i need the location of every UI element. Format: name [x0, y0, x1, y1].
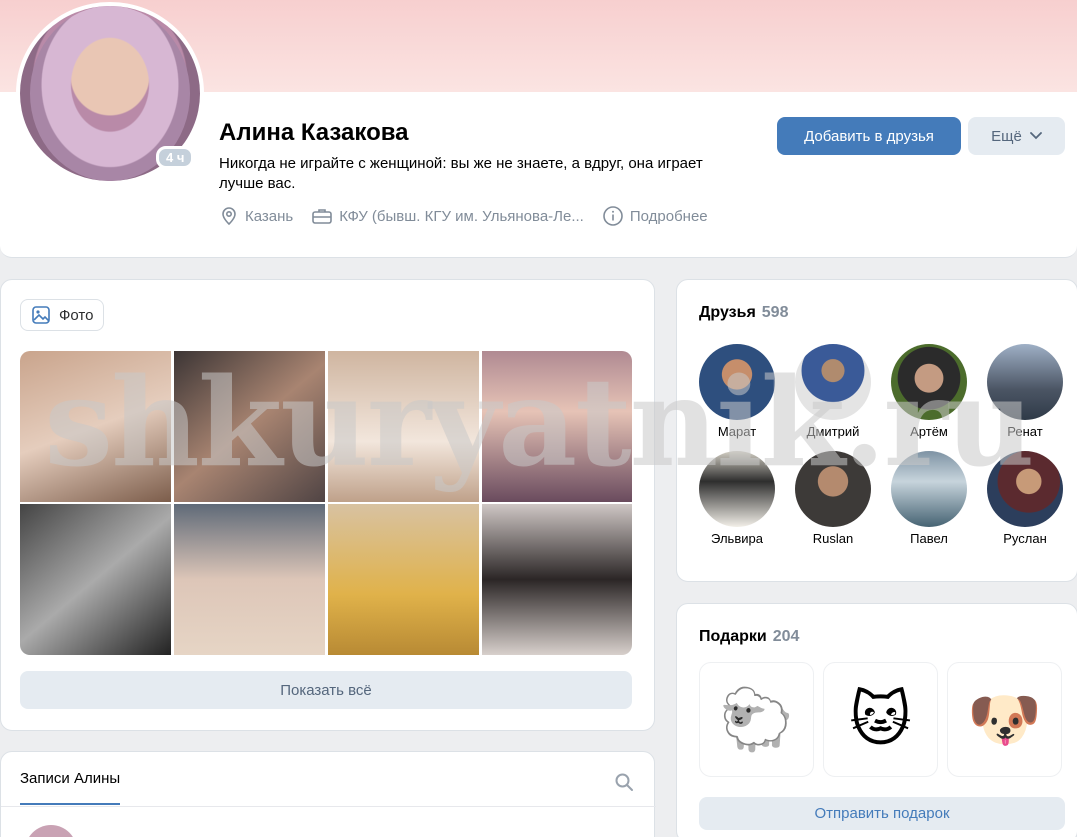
- gift-item[interactable]: 🐶: [947, 662, 1062, 777]
- tab-photos[interactable]: Фото: [20, 299, 105, 331]
- friend-item[interactable]: Артём: [891, 344, 967, 439]
- avatar: [987, 451, 1063, 527]
- show-all-photos-button[interactable]: Показать всё: [20, 671, 632, 709]
- search-icon[interactable]: [614, 772, 634, 792]
- avatar[interactable]: [25, 825, 77, 837]
- avatar: [891, 451, 967, 527]
- friends-title-label: Друзья: [699, 304, 756, 321]
- meta-city[interactable]: Казань: [219, 206, 293, 226]
- photo-thumbnail[interactable]: [174, 351, 325, 502]
- profile-name: Алина Казакова: [219, 119, 409, 146]
- avatar: [795, 344, 871, 420]
- friends-count: 598: [761, 304, 789, 321]
- gifts-count: 204: [772, 628, 800, 645]
- avatar: [699, 451, 775, 527]
- friend-item[interactable]: Марат: [699, 344, 775, 439]
- photos-tab-label: Фото: [59, 306, 94, 324]
- photo-thumbnail[interactable]: [20, 351, 171, 502]
- add-friend-button[interactable]: Добавить в друзья: [777, 117, 961, 155]
- friend-name: Руслан: [1003, 531, 1047, 546]
- wall-card: Записи Алины: [0, 751, 656, 837]
- photo-thumbnail[interactable]: [482, 504, 632, 655]
- photo-thumbnail[interactable]: [328, 351, 479, 502]
- info-icon: [603, 206, 623, 226]
- photo-thumbnail[interactable]: [328, 504, 479, 655]
- divider: [1, 806, 656, 807]
- friend-name: Дмитрий: [806, 424, 860, 439]
- meta-more-info[interactable]: Подробнее: [602, 205, 708, 227]
- gift-item[interactable]: 🐱: [823, 662, 938, 777]
- gifts-card: Подарки 204 🐑 🐱 🐶 Отправить подарок: [676, 603, 1077, 837]
- more-info-label: Подробнее: [629, 207, 708, 225]
- friends-grid: Марат Дмитрий Артём Ренат Эльвира Ruslan…: [699, 344, 1074, 546]
- friend-name: Артём: [910, 424, 948, 439]
- friend-item[interactable]: Ренат: [987, 344, 1063, 439]
- friend-item[interactable]: Павел: [891, 451, 967, 546]
- photo-thumbnail[interactable]: [20, 504, 171, 655]
- university-label: КФУ (бывш. КГУ им. Ульянова-Ле...: [339, 207, 584, 225]
- friend-item[interactable]: Руслан: [987, 451, 1063, 546]
- location-icon: [222, 207, 236, 226]
- friend-name: Марат: [717, 424, 757, 439]
- send-gift-button[interactable]: Отправить подарок: [699, 797, 1065, 830]
- friends-title[interactable]: Друзья 598: [699, 304, 788, 322]
- friend-item[interactable]: Эльвира: [699, 451, 775, 546]
- photo-thumbnail[interactable]: [174, 504, 325, 655]
- profile-status: Никогда не играйте с женщиной: вы же не …: [219, 155, 703, 192]
- briefcase-icon: [312, 209, 333, 224]
- photo-icon: [32, 306, 50, 324]
- online-badge: 4 ч: [156, 146, 195, 169]
- photos-card: Фото Показать всё: [0, 279, 655, 731]
- chevron-down-icon: [1029, 132, 1042, 140]
- friend-item[interactable]: Ruslan: [795, 451, 871, 546]
- friends-card: Друзья 598 Марат Дмитрий Артём Ренат Эльв…: [676, 279, 1077, 582]
- profile-meta: Казань КФУ (бывш. КГУ им. Ульянова-Ле...…: [219, 205, 726, 227]
- friend-item[interactable]: Дмитрий: [795, 344, 871, 439]
- friend-name: Ruslan: [812, 531, 854, 546]
- more-label: Ещё: [991, 127, 1022, 145]
- photo-thumbnail[interactable]: [482, 351, 632, 502]
- photo-grid: [20, 351, 632, 655]
- gifts-row: 🐑 🐱 🐶: [699, 662, 1062, 777]
- avatar: [795, 451, 871, 527]
- friend-name: Эльвира: [711, 531, 763, 546]
- more-button[interactable]: Ещё: [968, 117, 1065, 155]
- avatar: [987, 344, 1063, 420]
- friend-name: Ренат: [1007, 424, 1043, 439]
- gifts-title-label: Подарки: [699, 628, 767, 645]
- friend-name: Павел: [910, 531, 948, 546]
- meta-university[interactable]: КФУ (бывш. КГУ им. Ульянова-Ле...: [311, 206, 584, 226]
- city-label: Казань: [245, 207, 294, 225]
- gifts-title[interactable]: Подарки 204: [699, 628, 799, 646]
- avatar: [891, 344, 967, 420]
- tab-wall-posts[interactable]: Записи Алины: [20, 770, 121, 805]
- gift-item[interactable]: 🐑: [699, 662, 814, 777]
- avatar: [699, 344, 775, 420]
